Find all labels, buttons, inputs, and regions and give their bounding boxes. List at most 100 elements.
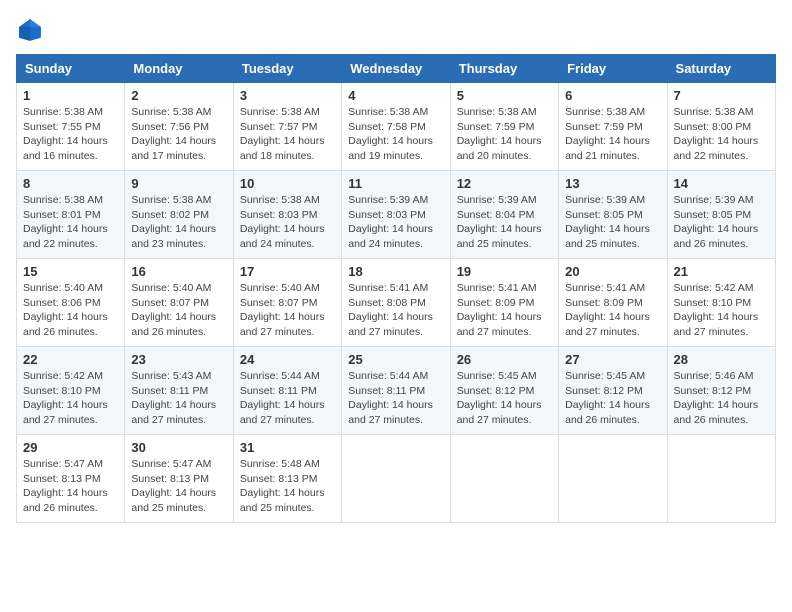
day-number: 23 — [131, 352, 226, 367]
calendar-week-row: 1 Sunrise: 5:38 AM Sunset: 7:55 PM Dayli… — [17, 83, 776, 171]
calendar-day-cell: 17 Sunrise: 5:40 AM Sunset: 8:07 PM Dayl… — [233, 259, 341, 347]
day-info: Sunrise: 5:39 AM Sunset: 8:04 PM Dayligh… — [457, 193, 552, 252]
day-info: Sunrise: 5:39 AM Sunset: 8:05 PM Dayligh… — [674, 193, 769, 252]
day-info: Sunrise: 5:42 AM Sunset: 8:10 PM Dayligh… — [23, 369, 118, 428]
day-number: 7 — [674, 88, 769, 103]
day-info: Sunrise: 5:38 AM Sunset: 7:55 PM Dayligh… — [23, 105, 118, 164]
day-info: Sunrise: 5:45 AM Sunset: 8:12 PM Dayligh… — [457, 369, 552, 428]
day-number: 4 — [348, 88, 443, 103]
day-number: 18 — [348, 264, 443, 279]
calendar-day-cell: 31 Sunrise: 5:48 AM Sunset: 8:13 PM Dayl… — [233, 435, 341, 523]
calendar-day-cell: 28 Sunrise: 5:46 AM Sunset: 8:12 PM Dayl… — [667, 347, 775, 435]
calendar-day-cell: 22 Sunrise: 5:42 AM Sunset: 8:10 PM Dayl… — [17, 347, 125, 435]
day-info: Sunrise: 5:47 AM Sunset: 8:13 PM Dayligh… — [131, 457, 226, 516]
day-info: Sunrise: 5:40 AM Sunset: 8:07 PM Dayligh… — [240, 281, 335, 340]
day-number: 5 — [457, 88, 552, 103]
day-of-week-header: Thursday — [450, 55, 558, 83]
day-info: Sunrise: 5:38 AM Sunset: 8:03 PM Dayligh… — [240, 193, 335, 252]
day-info: Sunrise: 5:38 AM Sunset: 8:00 PM Dayligh… — [674, 105, 769, 164]
calendar-day-cell: 30 Sunrise: 5:47 AM Sunset: 8:13 PM Dayl… — [125, 435, 233, 523]
day-of-week-header: Sunday — [17, 55, 125, 83]
calendar-day-cell: 21 Sunrise: 5:42 AM Sunset: 8:10 PM Dayl… — [667, 259, 775, 347]
day-number: 28 — [674, 352, 769, 367]
day-info: Sunrise: 5:38 AM Sunset: 8:01 PM Dayligh… — [23, 193, 118, 252]
day-of-week-header: Saturday — [667, 55, 775, 83]
day-number: 19 — [457, 264, 552, 279]
day-info: Sunrise: 5:38 AM Sunset: 7:59 PM Dayligh… — [457, 105, 552, 164]
day-number: 22 — [23, 352, 118, 367]
calendar-day-cell: 5 Sunrise: 5:38 AM Sunset: 7:59 PM Dayli… — [450, 83, 558, 171]
day-info: Sunrise: 5:41 AM Sunset: 8:08 PM Dayligh… — [348, 281, 443, 340]
day-info: Sunrise: 5:39 AM Sunset: 8:03 PM Dayligh… — [348, 193, 443, 252]
day-info: Sunrise: 5:47 AM Sunset: 8:13 PM Dayligh… — [23, 457, 118, 516]
day-info: Sunrise: 5:42 AM Sunset: 8:10 PM Dayligh… — [674, 281, 769, 340]
calendar-day-cell: 11 Sunrise: 5:39 AM Sunset: 8:03 PM Dayl… — [342, 171, 450, 259]
day-number: 2 — [131, 88, 226, 103]
day-info: Sunrise: 5:38 AM Sunset: 7:57 PM Dayligh… — [240, 105, 335, 164]
calendar-day-cell: 7 Sunrise: 5:38 AM Sunset: 8:00 PM Dayli… — [667, 83, 775, 171]
calendar-day-cell: 2 Sunrise: 5:38 AM Sunset: 7:56 PM Dayli… — [125, 83, 233, 171]
calendar-week-row: 22 Sunrise: 5:42 AM Sunset: 8:10 PM Dayl… — [17, 347, 776, 435]
day-info: Sunrise: 5:48 AM Sunset: 8:13 PM Dayligh… — [240, 457, 335, 516]
day-info: Sunrise: 5:44 AM Sunset: 8:11 PM Dayligh… — [348, 369, 443, 428]
day-info: Sunrise: 5:45 AM Sunset: 8:12 PM Dayligh… — [565, 369, 660, 428]
day-number: 15 — [23, 264, 118, 279]
calendar-day-cell — [559, 435, 667, 523]
calendar-day-cell: 23 Sunrise: 5:43 AM Sunset: 8:11 PM Dayl… — [125, 347, 233, 435]
day-info: Sunrise: 5:38 AM Sunset: 7:56 PM Dayligh… — [131, 105, 226, 164]
day-number: 11 — [348, 176, 443, 191]
day-number: 9 — [131, 176, 226, 191]
calendar-day-cell — [450, 435, 558, 523]
calendar-day-cell: 14 Sunrise: 5:39 AM Sunset: 8:05 PM Dayl… — [667, 171, 775, 259]
calendar-day-cell: 3 Sunrise: 5:38 AM Sunset: 7:57 PM Dayli… — [233, 83, 341, 171]
day-number: 25 — [348, 352, 443, 367]
calendar-day-cell: 9 Sunrise: 5:38 AM Sunset: 8:02 PM Dayli… — [125, 171, 233, 259]
day-number: 17 — [240, 264, 335, 279]
day-number: 21 — [674, 264, 769, 279]
calendar-day-cell: 25 Sunrise: 5:44 AM Sunset: 8:11 PM Dayl… — [342, 347, 450, 435]
day-number: 27 — [565, 352, 660, 367]
day-number: 10 — [240, 176, 335, 191]
logo — [16, 16, 48, 44]
calendar-day-cell: 16 Sunrise: 5:40 AM Sunset: 8:07 PM Dayl… — [125, 259, 233, 347]
calendar-day-cell: 24 Sunrise: 5:44 AM Sunset: 8:11 PM Dayl… — [233, 347, 341, 435]
calendar-day-cell: 1 Sunrise: 5:38 AM Sunset: 7:55 PM Dayli… — [17, 83, 125, 171]
logo-icon — [16, 16, 44, 44]
calendar-week-row: 15 Sunrise: 5:40 AM Sunset: 8:06 PM Dayl… — [17, 259, 776, 347]
calendar-day-cell: 6 Sunrise: 5:38 AM Sunset: 7:59 PM Dayli… — [559, 83, 667, 171]
day-info: Sunrise: 5:41 AM Sunset: 8:09 PM Dayligh… — [565, 281, 660, 340]
day-number: 3 — [240, 88, 335, 103]
calendar-day-cell: 20 Sunrise: 5:41 AM Sunset: 8:09 PM Dayl… — [559, 259, 667, 347]
calendar-day-cell: 29 Sunrise: 5:47 AM Sunset: 8:13 PM Dayl… — [17, 435, 125, 523]
day-number: 29 — [23, 440, 118, 455]
day-info: Sunrise: 5:39 AM Sunset: 8:05 PM Dayligh… — [565, 193, 660, 252]
day-info: Sunrise: 5:46 AM Sunset: 8:12 PM Dayligh… — [674, 369, 769, 428]
calendar-header-row: SundayMondayTuesdayWednesdayThursdayFrid… — [17, 55, 776, 83]
day-of-week-header: Monday — [125, 55, 233, 83]
calendar-day-cell — [342, 435, 450, 523]
calendar-day-cell: 19 Sunrise: 5:41 AM Sunset: 8:09 PM Dayl… — [450, 259, 558, 347]
calendar-week-row: 29 Sunrise: 5:47 AM Sunset: 8:13 PM Dayl… — [17, 435, 776, 523]
calendar-day-cell: 27 Sunrise: 5:45 AM Sunset: 8:12 PM Dayl… — [559, 347, 667, 435]
day-number: 20 — [565, 264, 660, 279]
day-info: Sunrise: 5:38 AM Sunset: 7:59 PM Dayligh… — [565, 105, 660, 164]
day-number: 24 — [240, 352, 335, 367]
day-number: 13 — [565, 176, 660, 191]
day-info: Sunrise: 5:38 AM Sunset: 8:02 PM Dayligh… — [131, 193, 226, 252]
day-info: Sunrise: 5:38 AM Sunset: 7:58 PM Dayligh… — [348, 105, 443, 164]
day-number: 8 — [23, 176, 118, 191]
day-number: 26 — [457, 352, 552, 367]
calendar-day-cell: 4 Sunrise: 5:38 AM Sunset: 7:58 PM Dayli… — [342, 83, 450, 171]
day-number: 16 — [131, 264, 226, 279]
day-number: 30 — [131, 440, 226, 455]
day-info: Sunrise: 5:40 AM Sunset: 8:07 PM Dayligh… — [131, 281, 226, 340]
day-number: 1 — [23, 88, 118, 103]
day-number: 6 — [565, 88, 660, 103]
day-info: Sunrise: 5:40 AM Sunset: 8:06 PM Dayligh… — [23, 281, 118, 340]
calendar-day-cell: 13 Sunrise: 5:39 AM Sunset: 8:05 PM Dayl… — [559, 171, 667, 259]
calendar-day-cell: 12 Sunrise: 5:39 AM Sunset: 8:04 PM Dayl… — [450, 171, 558, 259]
page-header — [16, 16, 776, 44]
day-number: 12 — [457, 176, 552, 191]
day-info: Sunrise: 5:44 AM Sunset: 8:11 PM Dayligh… — [240, 369, 335, 428]
calendar-day-cell: 15 Sunrise: 5:40 AM Sunset: 8:06 PM Dayl… — [17, 259, 125, 347]
